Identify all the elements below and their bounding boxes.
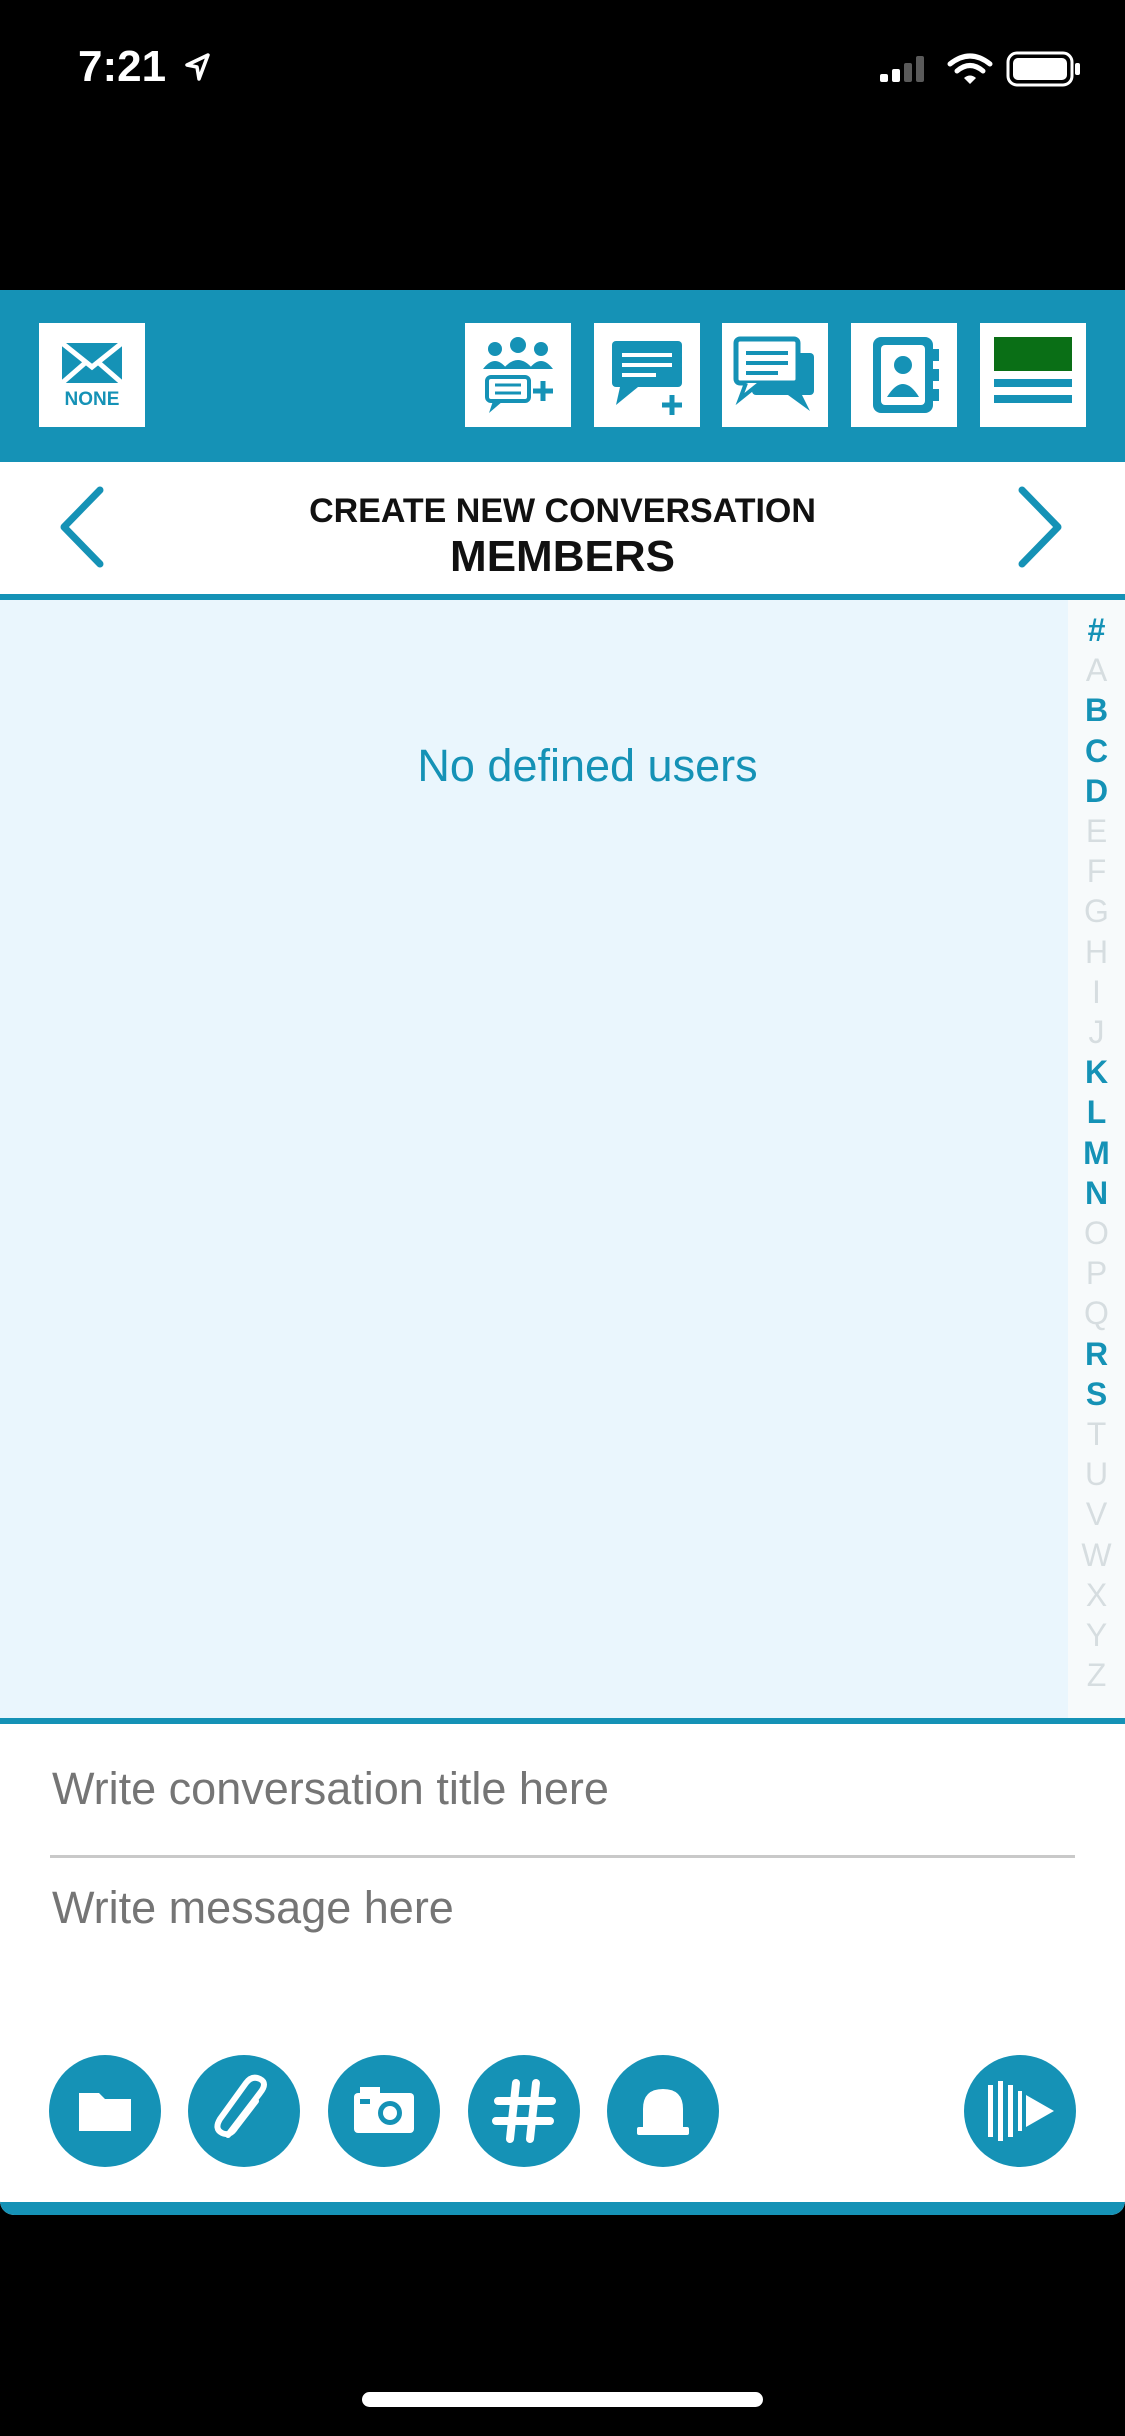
hashtag-button[interactable]: [468, 2055, 580, 2167]
battery-icon: [1006, 51, 1080, 87]
index-letter-s[interactable]: S: [1068, 1374, 1125, 1414]
app-screen: NONE CREATE NEW CONVERSATION MEMBERS No …: [0, 290, 1125, 2215]
contacts-icon: [873, 337, 939, 413]
index-letter-o[interactable]: O: [1068, 1213, 1125, 1253]
conversations-icon: [733, 336, 814, 411]
index-letter-n[interactable]: N: [1068, 1173, 1125, 1213]
add-group-chat-icon: [483, 337, 553, 413]
home-indicator: [362, 2392, 763, 2407]
index-letter-a[interactable]: A: [1068, 650, 1125, 690]
index-letter-q[interactable]: Q: [1068, 1293, 1125, 1333]
index-letter-k[interactable]: K: [1068, 1052, 1125, 1092]
index-letter-j[interactable]: J: [1068, 1012, 1125, 1052]
index-letter-t[interactable]: T: [1068, 1414, 1125, 1454]
contacts-button[interactable]: [851, 323, 957, 427]
menu-icon: [994, 337, 1072, 403]
menu-button[interactable]: [980, 323, 1086, 427]
conversations-button[interactable]: [722, 323, 828, 427]
index-letter-d[interactable]: D: [1068, 771, 1125, 811]
title-underline: [50, 1855, 1075, 1858]
index-letter-e[interactable]: E: [1068, 811, 1125, 851]
nav-subtitle: CREATE NEW CONVERSATION: [309, 492, 816, 530]
mail-badge-label: NONE: [64, 389, 120, 410]
empty-list-message: No defined users: [417, 740, 758, 791]
wifi-icon: [947, 53, 993, 84]
attachment-button[interactable]: [188, 2055, 300, 2167]
page-title: MEMBERS: [450, 532, 675, 581]
camera-icon: [354, 2087, 414, 2133]
send-button[interactable]: [964, 2055, 1076, 2167]
index-letter-b[interactable]: B: [1068, 690, 1125, 730]
location-arrow-icon: [185, 53, 210, 81]
index-letter-p[interactable]: P: [1068, 1253, 1125, 1293]
nav-bar: CREATE NEW CONVERSATION MEMBERS: [0, 462, 1125, 600]
member-list[interactable]: No defined users: [0, 600, 1068, 1718]
index-letter-v[interactable]: V: [1068, 1494, 1125, 1534]
index-letter-u[interactable]: U: [1068, 1454, 1125, 1494]
index-letter-hash[interactable]: #: [1068, 610, 1125, 650]
bell-button[interactable]: [607, 2055, 719, 2167]
index-letter-y[interactable]: Y: [1068, 1615, 1125, 1655]
index-letter-x[interactable]: X: [1068, 1575, 1125, 1615]
mail-button[interactable]: NONE: [39, 323, 145, 427]
index-letter-h[interactable]: H: [1068, 932, 1125, 972]
compose-divider: [0, 1718, 1125, 1724]
add-group-chat-button[interactable]: [465, 323, 571, 427]
alphabet-index[interactable]: # A B C D E F G H I J K L M N O P Q R S T U V W X Y Z: [1068, 600, 1125, 1718]
bell-icon: [637, 2089, 689, 2135]
index-letter-i[interactable]: I: [1068, 972, 1125, 1012]
chevron-right-icon[interactable]: [1010, 482, 1070, 572]
index-letter-r[interactable]: R: [1068, 1334, 1125, 1374]
message-input[interactable]: [50, 1880, 1079, 1984]
new-message-icon: [612, 341, 682, 415]
index-letter-z[interactable]: Z: [1068, 1655, 1125, 1695]
camera-button[interactable]: [328, 2055, 440, 2167]
envelope-icon: [60, 341, 124, 385]
index-letter-f[interactable]: F: [1068, 851, 1125, 891]
hashtag-icon: [492, 2079, 556, 2143]
new-message-button[interactable]: [594, 323, 700, 427]
status-time: 7:21: [78, 42, 167, 91]
folder-button[interactable]: [49, 2055, 161, 2167]
index-letter-c[interactable]: C: [1068, 731, 1125, 771]
signal-icon: [880, 56, 924, 82]
conversation-title-input[interactable]: [50, 1753, 1079, 1825]
index-letter-m[interactable]: M: [1068, 1133, 1125, 1173]
bottom-stripe: [0, 2202, 1125, 2215]
folder-icon: [79, 2093, 131, 2131]
top-toolbar: NONE: [0, 290, 1125, 462]
paperclip-icon: [214, 2074, 267, 2138]
index-letter-g[interactable]: G: [1068, 891, 1125, 931]
index-letter-l[interactable]: L: [1068, 1092, 1125, 1132]
index-letter-w[interactable]: W: [1068, 1535, 1125, 1575]
send-icon: [988, 2081, 1054, 2141]
